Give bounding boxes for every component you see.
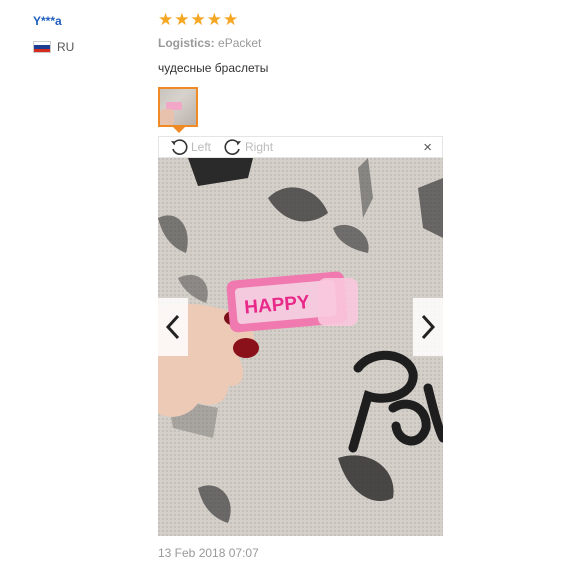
rotate-left-button[interactable]: Left [169, 137, 211, 157]
review-text: чудесные браслеты [158, 61, 269, 75]
rotate-left-label: Left [191, 140, 212, 154]
logistics-info: Logistics: ePacket [158, 36, 443, 50]
previous-image-button[interactable] [158, 298, 188, 356]
thumbnail-pointer-icon [173, 127, 185, 133]
review-photo-image: HAPPY [158, 158, 443, 536]
country-code: RU [57, 40, 75, 54]
close-viewer-button[interactable]: × [423, 139, 432, 156]
star-icon: ★ [174, 10, 190, 29]
image-viewer-toolbar: Left Right × [158, 136, 443, 158]
star-icon: ★ [223, 10, 239, 29]
next-image-button[interactable] [413, 298, 443, 356]
rotate-right-icon [224, 139, 242, 155]
star-icon: ★ [190, 10, 206, 29]
reviewer-name[interactable]: Y***a [33, 14, 62, 28]
chevron-left-icon [165, 314, 180, 340]
star-rating: ★ ★ ★ ★ ★ [158, 10, 443, 29]
russia-flag-icon [33, 41, 51, 53]
thumbnail-hand-shape [160, 109, 174, 125]
reviewer: Y***a [33, 12, 62, 30]
logistics-value: ePacket [218, 36, 262, 50]
review-body: ★ ★ ★ ★ ★ Logistics: ePacket чудесные бр… [158, 10, 443, 75]
rotate-right-label: Right [245, 140, 274, 154]
rotate-right-button[interactable]: Right [223, 137, 273, 157]
logistics-label: Logistics: [158, 36, 215, 50]
review-date: 13 Feb 2018 07:07 [158, 546, 259, 560]
photo-thumbnail[interactable] [158, 87, 198, 127]
star-icon: ★ [158, 10, 174, 29]
star-icon: ★ [206, 10, 222, 29]
review-photo: HAPPY [158, 158, 443, 536]
reviewer-country: RU [33, 40, 74, 54]
chevron-right-icon [421, 314, 436, 340]
rotate-left-icon [171, 139, 188, 155]
